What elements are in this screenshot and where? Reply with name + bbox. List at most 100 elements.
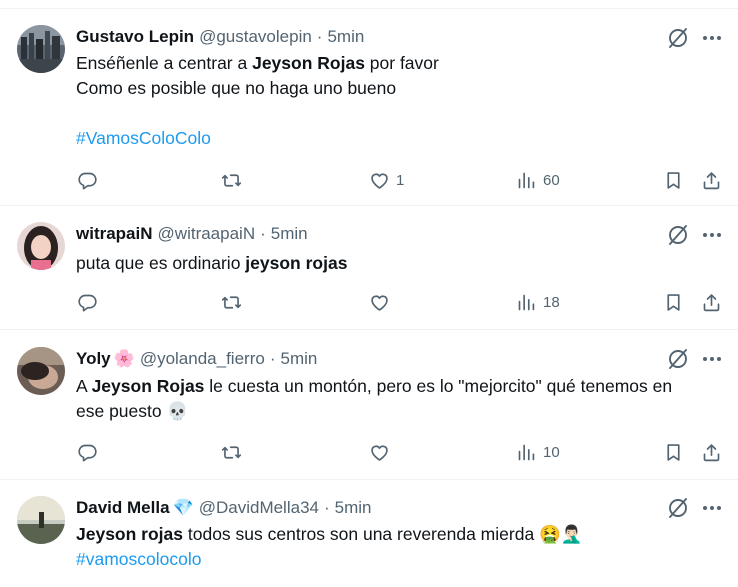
retweet-arrows-icon (221, 442, 242, 463)
retweet-button[interactable] (221, 167, 248, 193)
timestamp[interactable]: 5min (327, 27, 364, 47)
text-segment: 💀 (166, 401, 189, 421)
separator-dot: · (323, 498, 330, 517)
bookmark-button[interactable] (663, 167, 684, 193)
retweet-arrows-icon (221, 170, 242, 191)
author-name[interactable]: David Mella (76, 498, 170, 518)
tweet-text-line: Enséñenle a centrar a Jeyson Rojas por f… (76, 51, 726, 76)
grok-slash-icon[interactable] (666, 347, 690, 371)
tweet[interactable]: witrapaiN @witraapaiN · 5min puta que es… (0, 206, 738, 330)
author-name[interactable]: Yoly (76, 349, 111, 369)
mention-bold-text: Jeyson Rojas (252, 53, 365, 73)
retweet-button[interactable] (221, 289, 248, 315)
author-handle[interactable]: @yolanda_fierro (140, 349, 265, 369)
like-button[interactable] (369, 289, 396, 315)
grok-slash-icon[interactable] (666, 496, 690, 520)
heart-icon (369, 442, 390, 463)
tweet-text: Jeyson rojas todos sus centros son una r… (76, 522, 726, 572)
views-bars-icon (516, 292, 537, 313)
hashtag-link[interactable]: #VamosColoColo (76, 128, 211, 148)
text-segment: A (76, 376, 92, 396)
tweet-text-line: ese puesto 💀 (76, 399, 726, 424)
action-bar: 18 (0, 289, 738, 315)
action-bar: 10 (0, 439, 738, 465)
retweet-button[interactable] (221, 439, 248, 465)
text-segment: puta que es ordinario (76, 253, 246, 273)
text-segment: Como es posible que no haga uno bueno (76, 78, 397, 98)
more-dots-icon[interactable] (701, 224, 723, 246)
more-dots-icon[interactable] (701, 27, 723, 49)
hashtag-link[interactable]: #vamoscolocolo (76, 549, 201, 569)
tweet[interactable]: David Mella 💎 @DavidMella34 · 5min Jeyso… (0, 480, 738, 587)
share-button[interactable] (701, 439, 722, 465)
mention-bold-text: Jeyson Rojas (91, 376, 205, 396)
views-bars-icon (516, 170, 537, 191)
mention-bold-text: Jeyson rojas (76, 524, 183, 544)
more-dots-icon[interactable] (701, 348, 723, 370)
avatar[interactable] (17, 25, 65, 73)
reply-bubble-icon (77, 170, 98, 191)
author-handle[interactable]: @witraapaiN (158, 224, 256, 244)
reply-button[interactable] (77, 167, 104, 193)
tweet-header: David Mella 💎 @DavidMella34 · 5min (76, 497, 372, 519)
tweet-text-line: #VamosColoColo (76, 126, 726, 151)
share-upload-icon (701, 170, 722, 191)
views-count: 60 (543, 171, 560, 189)
views-button[interactable]: 60 (516, 167, 560, 193)
tweet-header: Yoly 🌸 @yolanda_fierro · 5min (76, 348, 317, 370)
tweet-feed: Gustavo Lepin @gustavolepin · 5min Enséñ… (0, 0, 738, 587)
name-emoji: 🌸 (113, 349, 135, 368)
tweet-header: witrapaiN @witraapaiN · 5min (76, 223, 308, 245)
text-segment: ese puesto (76, 401, 167, 421)
text-segment: todos sus centros son una reverenda mier… (183, 524, 540, 544)
avatar[interactable] (17, 222, 65, 270)
timestamp[interactable]: 5min (335, 498, 372, 518)
like-button[interactable]: 1 (369, 167, 404, 193)
tweet[interactable]: Yoly 🌸 @yolanda_fierro · 5min A Jeyson R… (0, 330, 738, 480)
author-name[interactable]: Gustavo Lepin (76, 27, 194, 47)
tweet-text: A Jeyson Rojas le cuesta un montón, pero… (76, 374, 726, 424)
share-button[interactable] (701, 289, 722, 315)
like-count: 1 (396, 171, 405, 189)
separator-dot: · (260, 224, 266, 243)
avatar[interactable] (17, 347, 65, 395)
action-bar: 1 60 (0, 167, 738, 193)
tweet-text: puta que es ordinario jeyson rojas (76, 251, 726, 276)
views-button[interactable]: 10 (516, 439, 560, 465)
bookmark-icon (663, 170, 684, 191)
tweet[interactable]: Gustavo Lepin @gustavolepin · 5min Enséñ… (0, 8, 738, 206)
tweet-text-line: Jeyson rojas todos sus centros son una r… (76, 522, 726, 547)
timestamp[interactable]: 5min (271, 224, 308, 244)
avatar[interactable] (17, 496, 65, 544)
views-button[interactable]: 18 (516, 289, 560, 315)
bookmark-icon (663, 292, 684, 313)
separator-dot: · (316, 27, 323, 46)
text-segment: 🤮🤦🏻‍♂️ (539, 524, 583, 544)
views-count: 18 (543, 293, 560, 311)
like-button[interactable] (369, 439, 396, 465)
reply-bubble-icon (77, 292, 98, 313)
author-name[interactable]: witrapaiN (76, 224, 153, 244)
tweet-text-line: Como es posible que no haga uno bueno (76, 76, 726, 101)
views-bars-icon (516, 442, 537, 463)
share-upload-icon (701, 442, 722, 463)
timestamp[interactable]: 5min (280, 349, 317, 369)
reply-button[interactable] (77, 289, 104, 315)
heart-icon (369, 170, 390, 191)
grok-slash-icon[interactable] (666, 223, 690, 247)
bookmark-button[interactable] (663, 439, 684, 465)
separator-dot: · (269, 349, 276, 368)
tweet-text-line: A Jeyson Rojas le cuesta un montón, pero… (76, 374, 726, 399)
more-dots-icon[interactable] (701, 497, 723, 519)
heart-icon (369, 292, 390, 313)
grok-slash-icon[interactable] (666, 26, 690, 50)
views-count: 10 (543, 443, 560, 461)
author-handle[interactable]: @gustavolepin (199, 27, 312, 47)
tweet-text-line: #vamoscolocolo (76, 547, 726, 572)
bookmark-button[interactable] (663, 289, 684, 315)
tweet-text: Enséñenle a centrar a Jeyson Rojas por f… (76, 51, 726, 151)
author-handle[interactable]: @DavidMella34 (199, 498, 319, 518)
share-button[interactable] (701, 167, 722, 193)
text-segment: Enséñenle a centrar a (76, 53, 253, 73)
reply-button[interactable] (77, 439, 104, 465)
